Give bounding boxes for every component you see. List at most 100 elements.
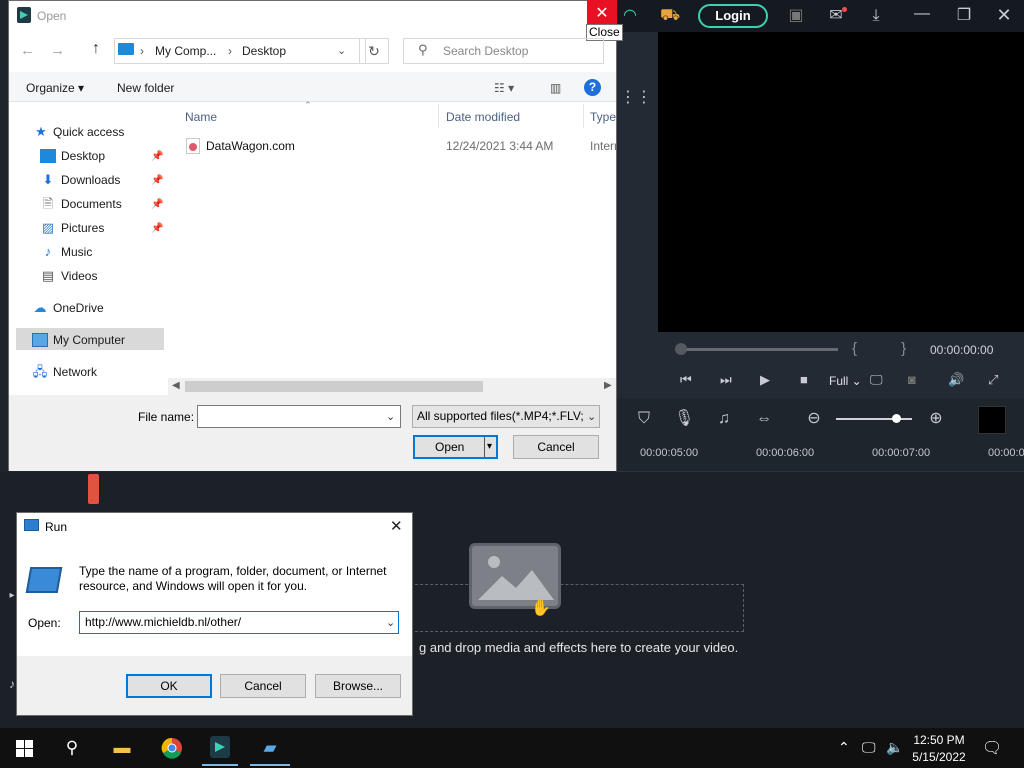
windows-start-icon[interactable] xyxy=(16,740,33,757)
panel-toggle-icon[interactable] xyxy=(978,406,1006,434)
network-tray-icon[interactable]: 🖵 xyxy=(862,739,876,756)
preview-pane-icon[interactable]: ▥ xyxy=(550,81,561,95)
help-icon[interactable]: ? xyxy=(584,79,601,96)
file-name-dropdown-icon[interactable]: ⌄ xyxy=(386,410,395,423)
ok-button[interactable]: OK xyxy=(126,674,212,698)
scroll-right-icon[interactable]: ▶ xyxy=(604,380,612,391)
open-options-dropdown-icon[interactable]: ▾ xyxy=(487,441,492,452)
media-drop-zone[interactable] xyxy=(400,584,744,632)
close-icon[interactable]: ✕ xyxy=(994,6,1014,24)
fullscreen-icon[interactable]: ⤢ xyxy=(988,372,998,388)
nav-videos[interactable]: Videos xyxy=(61,269,97,283)
fit-icon[interactable]: ⇔ xyxy=(754,411,774,427)
preview-panel xyxy=(658,32,1024,332)
file-name-cell[interactable]: DataWagon.com xyxy=(206,139,295,153)
split-separator xyxy=(484,437,485,457)
column-header-date-modified[interactable]: Date modified xyxy=(446,110,520,124)
run-open-label: Open: xyxy=(28,616,61,630)
back-arrow-icon[interactable]: ← xyxy=(20,42,35,59)
run-open-input[interactable]: http://www.michieldb.nl/other/ xyxy=(79,611,399,634)
scrub-bar[interactable] xyxy=(680,348,838,351)
monitor-icon[interactable]: 🖵 xyxy=(870,372,883,388)
breadcrumb-my-computer[interactable]: My Comp... xyxy=(155,44,216,58)
videos-icon: ▤ xyxy=(41,268,55,283)
headset-icon[interactable]: ◠ xyxy=(620,8,640,24)
notifications-icon[interactable]: 🗨 xyxy=(982,738,1002,758)
run-dropdown-icon[interactable]: ⌄ xyxy=(386,616,395,629)
video-editor-app-icon[interactable] xyxy=(208,736,232,760)
volume-tray-icon[interactable]: 🔈 xyxy=(886,739,903,756)
snapshot-icon[interactable]: ◙ xyxy=(908,372,916,387)
scrub-handle[interactable] xyxy=(675,343,687,355)
cancel-button[interactable]: Cancel xyxy=(513,435,599,459)
minimize-icon[interactable]: — xyxy=(912,6,932,22)
new-folder-button[interactable]: New folder xyxy=(117,81,174,95)
file-type-cell: Intern xyxy=(590,139,616,153)
pin-icon: 📌 xyxy=(151,199,164,210)
nav-pictures[interactable]: Pictures xyxy=(61,221,104,235)
tray-chevron-icon[interactable]: ⌃ xyxy=(838,739,850,756)
column-separator[interactable] xyxy=(583,104,584,128)
filter-dropdown-icon[interactable]: ⌄ xyxy=(587,410,596,423)
nav-music[interactable]: Music xyxy=(61,245,92,259)
nav-onedrive[interactable]: OneDrive xyxy=(53,301,104,315)
refresh-button[interactable]: ↻ xyxy=(359,38,389,64)
scrollbar-thumb[interactable] xyxy=(185,381,483,392)
column-separator[interactable] xyxy=(438,104,439,128)
zoom-in-icon[interactable]: ⊕ xyxy=(926,411,946,427)
open-button[interactable]: Open xyxy=(413,435,498,459)
browse-button[interactable]: Browse... xyxy=(315,674,401,698)
mark-brackets[interactable]: { } xyxy=(852,340,926,357)
video-editor-logo-icon xyxy=(210,736,230,758)
download-icon[interactable]: ⤓ xyxy=(866,8,886,24)
file-name-input[interactable] xyxy=(197,405,401,428)
clock-time[interactable]: 12:50 PM xyxy=(908,733,970,747)
play-icon[interactable]: ▶ xyxy=(760,372,770,388)
run-taskbar-icon[interactable]: ▰ xyxy=(258,736,282,760)
stop-icon[interactable]: ■ xyxy=(800,372,808,387)
microphone-icon[interactable]: 🎙 xyxy=(674,411,694,427)
internet-shortcut-icon xyxy=(186,138,200,154)
chrome-icon[interactable] xyxy=(160,736,184,760)
downloads-icon: ⬇ xyxy=(42,172,54,187)
run-dialog-title: Run xyxy=(45,520,68,534)
playhead-marker[interactable] xyxy=(88,474,99,504)
display-mode-select[interactable]: Full ⌄ xyxy=(829,374,862,388)
next-frame-icon[interactable]: ⏭ xyxy=(720,372,732,388)
nav-my-computer[interactable]: My Computer xyxy=(53,333,125,347)
nav-downloads[interactable]: Downloads xyxy=(61,173,120,187)
scroll-left-icon[interactable]: ◀ xyxy=(172,380,180,391)
breadcrumb-desktop[interactable]: Desktop xyxy=(242,44,286,58)
organize-menu[interactable]: Organize ▾ xyxy=(26,81,84,95)
address-bar[interactable] xyxy=(114,38,366,64)
music-list-icon[interactable]: ♫ xyxy=(714,411,734,427)
clock-date[interactable]: 5/15/2022 xyxy=(908,750,970,764)
nav-network[interactable]: Network xyxy=(53,365,97,379)
zoom-out-icon[interactable]: ⊖ xyxy=(804,411,824,427)
nav-quick-access[interactable]: Quick access xyxy=(53,125,124,139)
search-icon[interactable]: ⚲ xyxy=(60,736,84,760)
nav-documents[interactable]: Documents xyxy=(61,197,122,211)
login-button[interactable]: Login xyxy=(698,4,768,28)
prev-frame-icon[interactable]: ⏮ xyxy=(680,372,692,388)
open-dialog-close-button[interactable]: ✕ xyxy=(587,0,617,27)
forward-arrow-icon[interactable]: → xyxy=(50,42,65,59)
file-type-filter[interactable]: All supported files(*.MP4;*.FLV; xyxy=(412,405,600,428)
column-header-name[interactable]: Name xyxy=(185,110,217,124)
grid-icon[interactable]: ⋮⋮⋮ xyxy=(620,90,668,106)
volume-icon[interactable]: 🔊 xyxy=(948,372,964,388)
restore-icon[interactable]: ❐ xyxy=(954,8,974,24)
column-header-type[interactable]: Type xyxy=(590,110,616,124)
run-close-icon[interactable]: ✕ xyxy=(390,517,403,535)
view-options-icon[interactable]: ☷ ▾ xyxy=(494,81,514,95)
run-cancel-button[interactable]: Cancel xyxy=(220,674,306,698)
nav-desktop[interactable]: Desktop xyxy=(61,149,105,163)
open-dialog-titlebar[interactable] xyxy=(9,1,616,32)
file-explorer-icon[interactable]: ▬ xyxy=(110,736,134,760)
up-arrow-icon[interactable]: ↑ xyxy=(92,40,100,58)
marker-icon[interactable]: ⛉ xyxy=(634,411,654,427)
cart-icon[interactable]: ⛟ xyxy=(660,8,680,24)
address-dropdown-icon[interactable]: ⌄ xyxy=(337,44,346,57)
zoom-slider-handle[interactable] xyxy=(892,414,901,423)
save-icon[interactable]: ▣ xyxy=(786,8,806,24)
